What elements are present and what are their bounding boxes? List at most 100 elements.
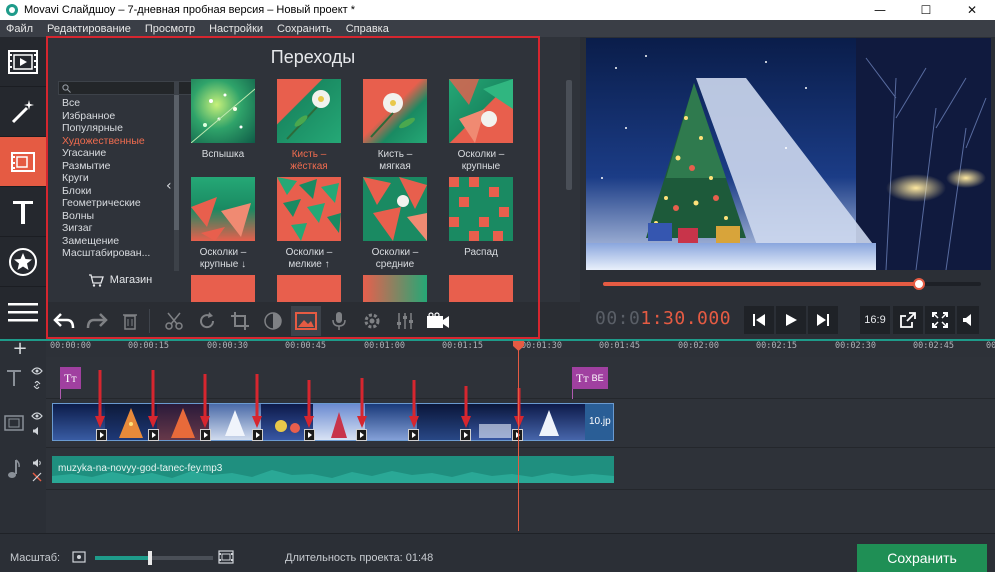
zoom-slider-handle[interactable] xyxy=(148,551,152,565)
transition-tile-shards-medium[interactable]: Осколки – средние xyxy=(352,177,438,271)
scale-label: Масштаб: xyxy=(10,552,61,564)
popout-preview-button[interactable] xyxy=(893,306,923,334)
transition-marker[interactable] xyxy=(148,429,159,441)
transition-tile-flash[interactable]: Вспышка xyxy=(180,79,266,161)
transition-tile-brush-soft[interactable]: Кисть – мягкая xyxy=(352,79,438,173)
clip-settings-button[interactable] xyxy=(357,306,387,336)
crop-button[interactable] xyxy=(225,306,255,336)
link-icon[interactable] xyxy=(32,380,42,390)
text-icon xyxy=(13,200,33,224)
store-button[interactable]: Магазин xyxy=(60,269,180,291)
transition-tile-shards-large[interactable]: Осколки – крупные xyxy=(438,79,524,173)
play-button[interactable] xyxy=(776,306,806,334)
seekbar-handle[interactable] xyxy=(913,278,925,290)
transition-marker[interactable] xyxy=(96,429,107,441)
transition-marker[interactable] xyxy=(408,429,419,441)
transition-tile-partial[interactable] xyxy=(266,275,352,302)
image-settings-button[interactable] xyxy=(291,305,321,336)
previous-button[interactable] xyxy=(744,306,774,334)
menu-save[interactable]: Сохранить xyxy=(270,23,339,35)
playhead-line[interactable] xyxy=(518,341,519,531)
title-clip[interactable]: Tт BE xyxy=(572,367,608,389)
category-item[interactable]: Волны xyxy=(62,210,178,223)
close-button[interactable]: ✕ xyxy=(949,0,995,20)
rotate-button[interactable] xyxy=(192,306,222,336)
collapse-categories-icon[interactable]: ‹ xyxy=(166,179,178,193)
color-adjust-button[interactable] xyxy=(258,306,288,336)
transition-marker[interactable] xyxy=(304,429,315,441)
sidebar-titles-button[interactable] xyxy=(0,187,46,237)
zoom-slider[interactable] xyxy=(95,551,213,565)
sidebar-stickers-button[interactable] xyxy=(0,237,46,287)
sidebar-more-button[interactable] xyxy=(0,287,46,337)
category-item[interactable]: Масштабирован... xyxy=(62,247,178,260)
next-button[interactable] xyxy=(808,306,838,334)
transition-marker[interactable] xyxy=(200,429,211,441)
category-item[interactable]: Геометрические xyxy=(62,197,178,210)
cut-button[interactable] xyxy=(159,306,189,336)
category-item-selected[interactable]: Художественные xyxy=(62,135,178,148)
transition-tile-partial[interactable] xyxy=(438,275,524,302)
maximize-button[interactable]: ☐ xyxy=(903,0,949,20)
visibility-eye-icon[interactable] xyxy=(31,367,43,375)
sidebar-filters-button[interactable] xyxy=(0,87,46,137)
empty-track-area[interactable] xyxy=(46,490,995,533)
record-video-button[interactable] xyxy=(423,306,453,336)
category-item[interactable]: Размытие xyxy=(62,160,178,173)
redo-button[interactable] xyxy=(82,306,112,336)
category-item[interactable]: Замещение xyxy=(62,235,178,248)
transition-marker[interactable] xyxy=(356,429,367,441)
annotation-arrow-icon xyxy=(148,370,158,428)
zoom-out-icon[interactable] xyxy=(72,551,86,563)
category-item[interactable]: Зигзаг xyxy=(62,222,178,235)
delete-button[interactable] xyxy=(115,306,145,336)
title-clip[interactable]: Tт xyxy=(60,367,81,389)
aspect-ratio-button[interactable]: 16:9 xyxy=(860,306,890,334)
audio-equalizer-button[interactable] xyxy=(390,306,420,336)
transition-tile-partial[interactable] xyxy=(352,275,438,302)
panel-scrollbar[interactable] xyxy=(566,80,572,190)
minimize-button[interactable]: — xyxy=(857,0,903,20)
category-item[interactable]: Все xyxy=(62,97,178,110)
transition-tile-disintegrate[interactable]: Распад xyxy=(438,177,524,259)
sidebar-transitions-button[interactable] xyxy=(0,137,46,187)
transition-marker[interactable] xyxy=(252,429,263,441)
category-item[interactable]: Круги xyxy=(62,172,178,185)
menu-file[interactable]: Файл xyxy=(0,23,40,35)
mute-icon[interactable] xyxy=(32,426,42,436)
fullscreen-button[interactable] xyxy=(925,306,955,334)
transition-marker[interactable] xyxy=(460,429,471,441)
volume-icon[interactable] xyxy=(32,458,42,468)
video-clips-strip[interactable]: 10.jp xyxy=(52,403,614,441)
zoom-in-icon[interactable] xyxy=(218,550,234,564)
save-button[interactable]: Сохранить xyxy=(857,544,987,572)
category-scrollbar[interactable] xyxy=(174,81,179,271)
transition-tile-partial[interactable] xyxy=(180,275,266,302)
category-item[interactable]: Избранное xyxy=(62,110,178,123)
category-item[interactable]: Угасание xyxy=(62,147,178,160)
undo-icon xyxy=(53,312,75,328)
category-item[interactable]: Популярные xyxy=(62,122,178,135)
record-audio-button[interactable] xyxy=(324,306,354,336)
playhead-handle-icon[interactable] xyxy=(513,341,524,351)
audio-clip[interactable]: muzyka-na-novyy-god-tanec-fey.mp3 xyxy=(52,456,614,483)
cart-icon xyxy=(88,273,104,287)
menu-edit[interactable]: Редактирование xyxy=(40,23,138,35)
annotation-arrow-icon xyxy=(514,388,524,428)
sidebar-import-button[interactable] xyxy=(0,37,46,87)
menu-view[interactable]: Просмотр xyxy=(138,23,202,35)
add-track-button[interactable]: + xyxy=(10,340,30,358)
video-clip[interactable] xyxy=(521,404,585,440)
ruler-tick: 00:03:00 xyxy=(986,341,995,351)
undo-button[interactable] xyxy=(49,306,79,336)
visibility-eye-icon[interactable] xyxy=(31,412,43,420)
transition-tile-brush-hard[interactable]: Кисть – жёсткая xyxy=(266,79,352,173)
volume-button[interactable] xyxy=(957,306,979,334)
menu-settings[interactable]: Настройки xyxy=(202,23,270,35)
menu-help[interactable]: Справка xyxy=(339,23,396,35)
transition-tile-shards-large-down[interactable]: Осколки – крупные ↓ xyxy=(180,177,266,271)
unlink-icon[interactable] xyxy=(32,472,42,482)
transition-tile-shards-small-up[interactable]: Осколки – мелкие ↑ xyxy=(266,177,352,271)
preview-seekbar[interactable] xyxy=(603,278,981,290)
category-item[interactable]: Блоки xyxy=(62,185,178,198)
